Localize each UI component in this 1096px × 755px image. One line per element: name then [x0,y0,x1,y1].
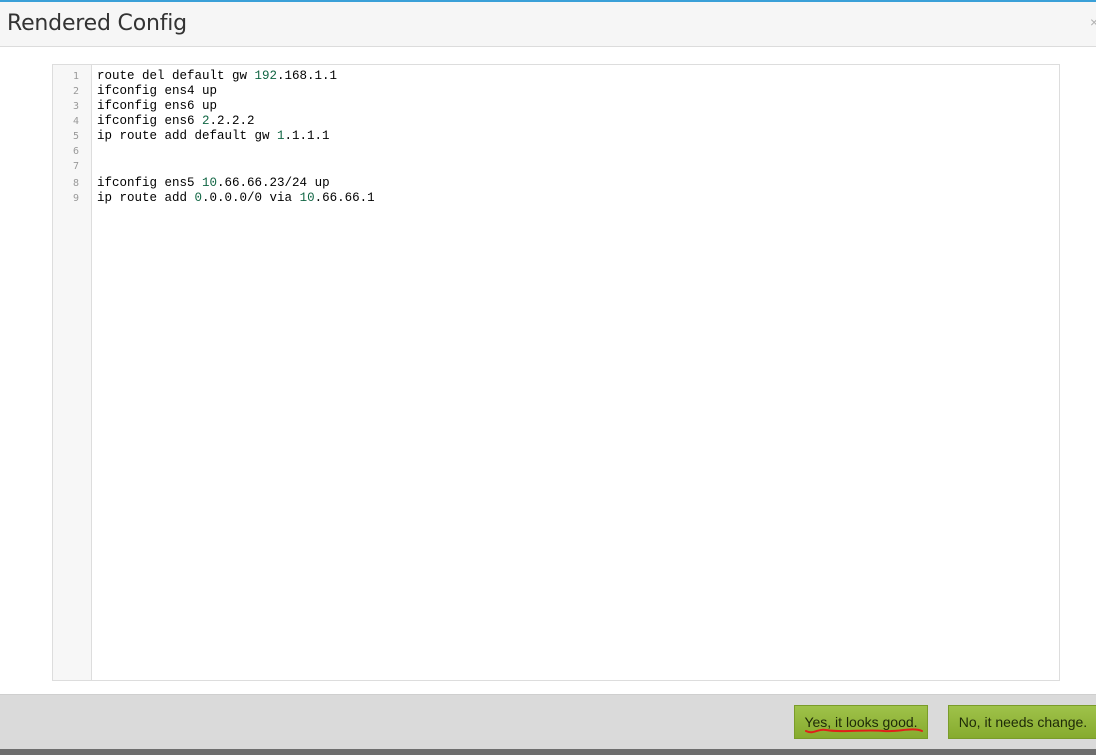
bottom-bar [0,749,1096,755]
code-text-token: .1.1.1 [284,129,330,143]
code-number-token: 192 [254,69,278,83]
line-number: 3 [72,101,79,112]
code-line[interactable]: ifconfig ens4 up [97,84,217,99]
code-line[interactable]: ifconfig ens6 2.2.2.2 [97,114,255,129]
dialog-footer: Yes, it looks good. No, it needs change. [0,694,1096,749]
red-underline-annotation [805,728,923,734]
code-line[interactable]: ip route add default gw 1.1.1.1 [97,129,330,144]
code-text-token: ifconfig ens4 up [97,84,218,98]
code-line[interactable]: ifconfig ens6 up [97,99,217,114]
code-text-token: ip route add [97,191,195,205]
line-number-gutter: 1 2 3 4 5 6 7 8 9 [53,65,92,680]
code-number-token: 10 [202,176,218,190]
needs-change-button[interactable]: No, it needs change. [948,705,1096,739]
code-text-token: route del default gw [97,69,255,83]
line-number: 7 [72,161,79,172]
code-text-token: .2.2.2 [209,114,255,128]
code-line[interactable]: ip route add 0.0.0.0/0 via 10.66.66.1 [97,191,375,206]
code-text-token: .0.0.0/0 via [202,191,300,205]
code-number-token: 10 [299,191,315,205]
line-number: 1 [72,71,79,82]
code-number-token: 2 [202,114,210,128]
code-area[interactable]: route del default gw 192.168.1.1 ifconfig… [97,65,1059,680]
line-number: 2 [72,86,79,97]
line-number: 9 [72,193,79,204]
code-text-token: ifconfig ens6 [97,114,203,128]
line-number: 8 [72,178,79,189]
code-text-token: ip route add default gw [97,129,278,143]
line-number: 5 [72,131,79,142]
line-number: 6 [72,146,79,157]
code-text-token: .66.66.1 [314,191,375,205]
code-number-token: 0 [194,191,203,205]
rendered-config-dialog: Rendered Config × 1 2 3 4 5 6 7 8 9 route del de… [0,0,1096,755]
dialog-header: Rendered Config × [0,2,1096,47]
dialog-title: Rendered Config [7,11,187,36]
code-number-token: 1 [277,129,285,143]
code-text-token: ifconfig ens6 up [97,99,218,113]
code-text-token: ifconfig ens5 [97,176,203,190]
close-icon[interactable]: × [1090,14,1096,30]
code-line[interactable]: ifconfig ens5 10.66.66.23/24 up [97,176,330,191]
code-text-token: .66.66.23/24 up [217,176,330,190]
code-line[interactable]: route del default gw 192.168.1.1 [97,69,337,84]
config-code-editor[interactable]: 1 2 3 4 5 6 7 8 9 route del default gw 192.168.1… [52,64,1060,681]
line-number: 4 [72,116,79,127]
code-text-token: .168.1.1 [277,69,338,83]
